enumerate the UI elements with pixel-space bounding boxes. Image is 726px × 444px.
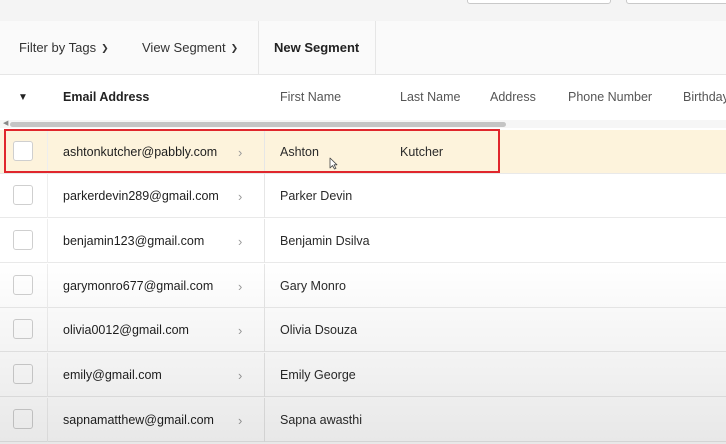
email-cell[interactable]: olivia0012@gmail.com xyxy=(63,308,189,352)
top-button-partial-2[interactable] xyxy=(626,0,726,4)
mouse-pointer-icon xyxy=(329,157,338,170)
column-divider xyxy=(47,130,48,174)
column-header-last-name[interactable]: Last Name xyxy=(400,75,460,120)
chevron-right-icon[interactable]: › xyxy=(238,264,242,308)
first-name-cell[interactable]: Olivia Dsouza xyxy=(280,308,357,352)
chevron-right-icon[interactable]: › xyxy=(238,353,242,397)
filter-by-tags-label: Filter by Tags xyxy=(19,40,97,55)
top-strip xyxy=(0,0,726,21)
first-name-cell[interactable]: Benjamin Dsilva xyxy=(280,219,370,263)
row-checkbox[interactable] xyxy=(13,141,33,161)
first-name-cell[interactable]: Gary Monro xyxy=(280,264,346,308)
table-row[interactable]: benjamin123@gmail.com › Benjamin Dsilva xyxy=(0,219,726,263)
horizontal-scrollbar[interactable]: ◀ xyxy=(0,120,726,128)
column-header-email[interactable]: Email Address xyxy=(63,75,149,120)
column-divider xyxy=(264,219,265,263)
toolbar-divider xyxy=(258,21,259,74)
first-name-cell[interactable]: Parker Devin xyxy=(280,174,352,218)
select-all-chevron-icon[interactable]: ▼ xyxy=(18,75,28,120)
table-row[interactable]: ashtonkutcher@pabbly.com › Ashton Kutche… xyxy=(0,130,726,174)
column-divider xyxy=(264,130,265,174)
chevron-right-icon[interactable]: › xyxy=(238,308,242,352)
email-cell[interactable]: parkerdevin289@gmail.com xyxy=(63,174,219,218)
chevron-right-icon[interactable]: › xyxy=(238,130,242,174)
column-header-first-name[interactable]: First Name xyxy=(280,75,341,120)
table-row[interactable]: olivia0012@gmail.com › Olivia Dsouza xyxy=(0,308,726,352)
email-cell[interactable]: ashtonkutcher@pabbly.com xyxy=(63,130,217,174)
toolbar: Filter by Tags ❯ View Segment ❯ New Segmen… xyxy=(0,21,726,75)
top-button-partial[interactable] xyxy=(467,0,611,4)
column-divider xyxy=(47,353,48,397)
row-checkbox[interactable] xyxy=(13,409,33,429)
column-divider xyxy=(264,174,265,218)
column-divider xyxy=(47,264,48,308)
column-divider xyxy=(264,398,265,442)
chevron-down-icon: ❯ xyxy=(230,43,239,53)
row-checkbox[interactable] xyxy=(13,230,33,250)
column-divider xyxy=(47,308,48,352)
row-checkbox[interactable] xyxy=(13,319,33,339)
first-name-cell[interactable]: Emily George xyxy=(280,353,356,397)
scroll-left-icon[interactable]: ◀ xyxy=(3,119,8,127)
column-header-phone-number[interactable]: Phone Number xyxy=(568,75,652,120)
last-name-cell[interactable]: Kutcher xyxy=(400,130,443,174)
table-header: ▼ Email Address First Name Last Name Add… xyxy=(0,75,726,121)
column-header-address[interactable]: Address xyxy=(490,75,536,120)
column-divider xyxy=(264,353,265,397)
table-row[interactable]: emily@gmail.com › Emily George xyxy=(0,353,726,397)
table-row[interactable]: sapnamatthew@gmail.com › Sapna awasthi xyxy=(0,398,726,442)
scrollbar-thumb[interactable] xyxy=(10,122,506,127)
first-name-cell[interactable]: Ashton xyxy=(280,130,319,174)
email-cell[interactable]: garymonro677@gmail.com xyxy=(63,264,213,308)
chevron-down-icon: ❯ xyxy=(101,43,109,53)
row-checkbox[interactable] xyxy=(13,364,33,384)
column-header-birthday[interactable]: Birthday xyxy=(683,75,726,120)
view-segment-label: View Segment xyxy=(142,40,226,55)
email-cell[interactable]: sapnamatthew@gmail.com xyxy=(63,398,214,442)
view-segment-dropdown[interactable]: View Segment ❯ xyxy=(142,21,238,74)
chevron-right-icon[interactable]: › xyxy=(238,219,242,263)
column-divider xyxy=(47,219,48,263)
filter-by-tags-dropdown[interactable]: Filter by Tags ❯ xyxy=(19,21,109,74)
new-segment-button[interactable]: New Segment xyxy=(274,21,359,74)
contacts-panel: Filter by Tags ❯ View Segment ❯ New Segmen… xyxy=(0,21,726,444)
email-cell[interactable]: benjamin123@gmail.com xyxy=(63,219,204,263)
table-row[interactable]: parkerdevin289@gmail.com › Parker Devin xyxy=(0,174,726,218)
row-checkbox[interactable] xyxy=(13,275,33,295)
table-row[interactable]: garymonro677@gmail.com › Gary Monro xyxy=(0,264,726,308)
column-divider xyxy=(264,264,265,308)
email-cell[interactable]: emily@gmail.com xyxy=(63,353,162,397)
row-checkbox[interactable] xyxy=(13,185,33,205)
column-divider xyxy=(47,174,48,218)
column-divider xyxy=(47,398,48,442)
first-name-cell[interactable]: Sapna awasthi xyxy=(280,398,362,442)
chevron-right-icon[interactable]: › xyxy=(238,398,242,442)
toolbar-divider xyxy=(375,21,376,74)
column-divider xyxy=(264,308,265,352)
chevron-right-icon[interactable]: › xyxy=(238,174,242,218)
